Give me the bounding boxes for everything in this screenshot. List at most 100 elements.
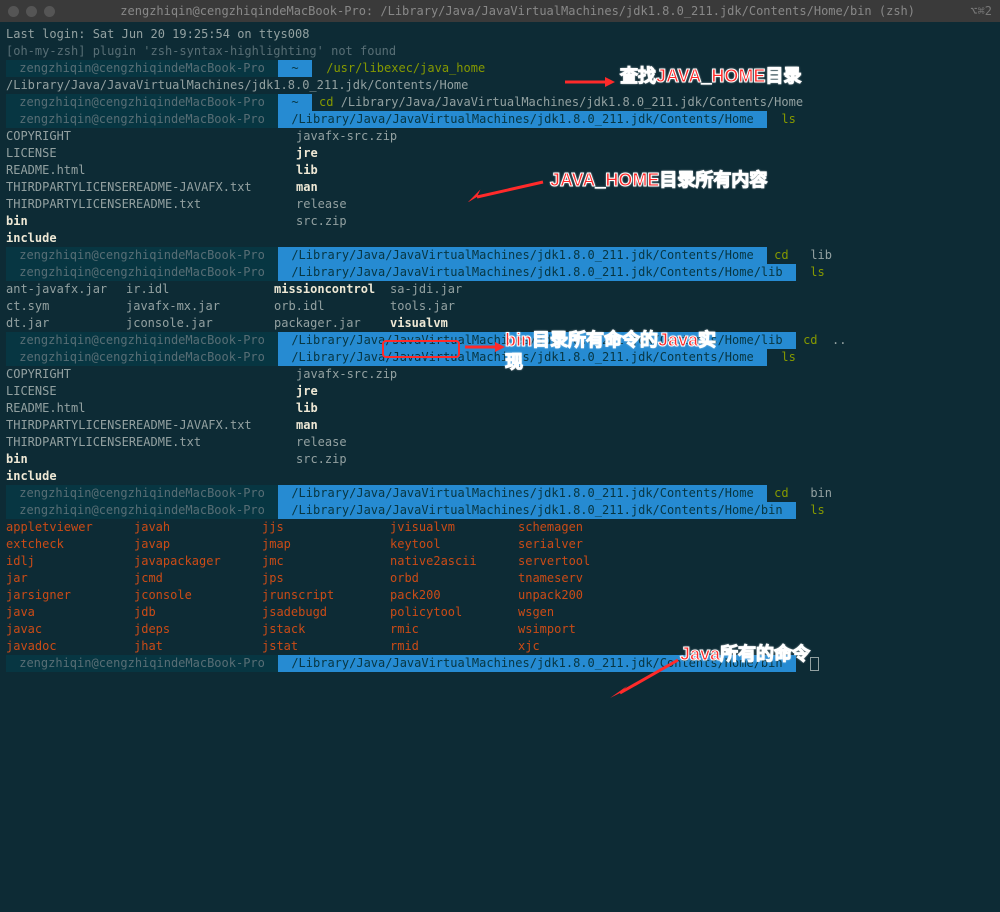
executable-item: extcheck [6,536,134,553]
prompt-host: zengzhiqin@cengzhiqindeMacBook-Pro [6,94,278,111]
ls-row: LICENSEjre [6,383,994,400]
executable-item: jarsigner [6,587,134,604]
cd-arg: lib [810,248,832,262]
executable-item: java [6,604,134,621]
ls-item: orb.idl [274,298,390,315]
prompt-line: zengzhiqin@cengzhiqindeMacBook-Pro /Libr… [6,247,994,264]
prompt-host: zengzhiqin@cengzhiqindeMacBook-Pro [6,502,278,519]
executable-item: native2ascii [390,553,518,570]
prompt-path: /Library/Java/JavaVirtualMachines/jdk1.8… [278,349,767,366]
close-icon[interactable] [8,6,19,17]
ls-item: ct.sym [6,298,126,315]
executable-item: javap [134,536,262,553]
ls-item: tools.jar [390,298,510,315]
ls-row: COPYRIGHTjavafx-src.zip [6,128,994,145]
traffic-lights [8,6,55,17]
ls-item: bin [6,451,296,468]
ls-row: THIRDPARTYLICENSEREADME.txtrelease [6,196,994,213]
ls-row: include [6,468,994,485]
ls-row: jarsignerjconsolejrunscriptpack200unpack… [6,587,994,604]
window-title: zengzhiqin@cengzhiqindeMacBook-Pro: /Lib… [71,3,964,20]
ls-row: javacjdepsjstackrmicwsimport [6,621,994,638]
command-text: /usr/libexec/java_home [326,61,485,75]
ls-item: jre [296,145,496,162]
executable-item: javah [134,519,262,536]
ls-item: dt.jar [6,315,126,332]
prompt-line: zengzhiqin@cengzhiqindeMacBook-Pro /Libr… [6,502,994,519]
ls-row: javajdbjsadebugdpolicytoolwsgen [6,604,994,621]
executable-item: orbd [390,570,518,587]
ls-item: lib [296,162,496,179]
ls-item: man [296,179,496,196]
executable-item: policytool [390,604,518,621]
executable-item: tnameserv [518,570,646,587]
executable-item: xjc [518,638,646,655]
command-arg: cd [774,248,788,262]
ls-item: man [296,417,496,434]
zoom-icon[interactable] [44,6,55,17]
prompt-path: /Library/Java/JavaVirtualMachines/jdk1.8… [278,111,767,128]
ls-item: README.html [6,162,296,179]
command-arg: cd [774,486,788,500]
prompt-host: zengzhiqin@cengzhiqindeMacBook-Pro [6,111,278,128]
ls-item: README.html [6,400,296,417]
ls-row: README.htmllib [6,400,994,417]
executable-item: wsgen [518,604,646,621]
command-arg: /Library/Java/JavaVirtualMachines/jdk1.8… [341,95,803,109]
ls-row: LICENSEjre [6,145,994,162]
executable-item: jmc [262,553,390,570]
prompt-path: /Library/Java/JavaVirtualMachines/jdk1.8… [278,485,767,502]
prompt-host: zengzhiqin@cengzhiqindeMacBook-Pro [6,332,278,349]
ls-item: src.zip [296,213,496,230]
prompt-path: ~ [278,60,312,77]
ls-item: release [296,434,496,451]
executable-item: schemagen [518,519,646,536]
titlebar-shortcut: ⌥⌘2 [970,3,992,20]
plugin-warning: [oh-my-zsh] plugin 'zsh-syntax-highlight… [6,44,396,58]
ls-item: javafx-src.zip [296,366,496,383]
minimize-icon[interactable] [26,6,37,17]
prompt-path: /Library/Java/JavaVirtualMachines/jdk1.8… [278,264,796,281]
ls-row: binsrc.zip [6,213,994,230]
ls-row: include [6,230,994,247]
ls-item: THIRDPARTYLICENSEREADME-JAVAFX.txt [6,179,296,196]
executable-item: jsadebugd [262,604,390,621]
ls-item: COPYRIGHT [6,366,296,383]
prompt-host: zengzhiqin@cengzhiqindeMacBook-Pro [6,349,278,366]
prompt-host: zengzhiqin@cengzhiqindeMacBook-Pro [6,655,278,672]
prompt-line: zengzhiqin@cengzhiqindeMacBook-Pro ~ /us… [6,60,994,77]
prompt-line: zengzhiqin@cengzhiqindeMacBook-Pro /Libr… [6,264,994,281]
executable-item: jcmd [134,570,262,587]
executable-item: jstack [262,621,390,638]
ls-item: include [6,468,296,485]
command-text: ls [781,350,795,364]
ls-row: jarjcmdjpsorbdtnameserv [6,570,994,587]
ls-row: appletviewerjavahjjsjvisualvmschemagen [6,519,994,536]
cd-arg: bin [810,486,832,500]
login-line: Last login: Sat Jun 20 19:25:54 on ttys0… [6,27,309,41]
executable-item: jconsole [134,587,262,604]
prompt-line: zengzhiqin@cengzhiqindeMacBook-Pro /Libr… [6,349,994,366]
java-home-output: /Library/Java/JavaVirtualMachines/jdk1.8… [6,78,468,92]
executable-item: idlj [6,553,134,570]
ls-row: ant-javafx.jarir.idlmissioncontrolsa-jdi… [6,281,994,298]
command-arg [796,248,803,262]
executable-item: javadoc [6,638,134,655]
prompt-host: zengzhiqin@cengzhiqindeMacBook-Pro [6,264,278,281]
command-arg [796,486,803,500]
ls-item: bin [6,213,296,230]
ls-row: idljjavapackagerjmcnative2asciiservertoo… [6,553,994,570]
cd-arg: .. [825,333,847,347]
executable-item: jdeps [134,621,262,638]
prompt-host: zengzhiqin@cengzhiqindeMacBook-Pro [6,485,278,502]
ls-item: THIRDPARTYLICENSEREADME.txt [6,434,296,451]
command-text: ls [810,265,824,279]
ls-item: LICENSE [6,145,296,162]
ls-item: LICENSE [6,383,296,400]
ls-item: jre [296,383,496,400]
terminal-area[interactable]: Last login: Sat Jun 20 19:25:54 on ttys0… [0,22,1000,676]
terminal-line: [oh-my-zsh] plugin 'zsh-syntax-highlight… [6,43,994,60]
prompt-line[interactable]: zengzhiqin@cengzhiqindeMacBook-Pro /Libr… [6,655,994,672]
prompt-path: ~ [278,94,312,111]
executable-item: pack200 [390,587,518,604]
